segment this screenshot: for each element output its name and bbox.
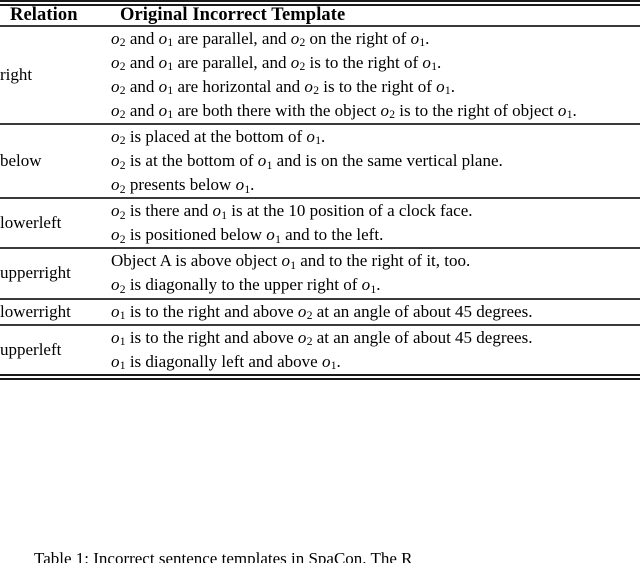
table-row: lowerleft o2 is there and o1 is at the 1… [0, 199, 640, 247]
relation-template-table: Relation Original Incorrect Template rig… [0, 6, 640, 374]
template-list: Object A is above object o1 and to the r… [111, 249, 640, 297]
template-list: o2 is there and o1 is at the 10 position… [111, 199, 640, 247]
table-row: upperright Object A is above object o1 a… [0, 249, 640, 297]
template-line: o2 and o1 are both there with the object… [111, 100, 577, 122]
template-list: o2 is placed at the bottom of o1. o2 is … [111, 125, 640, 197]
relation-label: right [0, 64, 33, 84]
template-line: Object A is above object o1 and to the r… [111, 251, 471, 272]
template-line: o2 is positioned below o1 and to the lef… [111, 225, 384, 246]
relation-label: upperright [0, 263, 71, 283]
template-line: o2 is diagonally to the upper right of o… [111, 275, 381, 296]
template-list: o1 is to the right and above o2 at an an… [111, 300, 640, 324]
table-header-row: Relation Original Incorrect Template [0, 6, 640, 25]
table-bottom-double-rule [0, 373, 640, 380]
template-list: o1 is to the right and above o2 at an an… [111, 326, 640, 374]
template-line: o2 is there and o1 is at the 10 position… [111, 201, 473, 222]
table-row: below o2 is placed at the bottom of o1. … [0, 125, 640, 197]
template-line: o2 presents below o1. [111, 175, 255, 196]
template-list: o2 and o1 are parallel, and o2 on the ri… [111, 27, 640, 123]
column-header-relation: Relation [10, 5, 78, 25]
relation-label: lowerleft [0, 213, 62, 233]
table-row: lowerright o1 is to the right and above … [0, 300, 640, 324]
table-top-double-rule [0, 0, 640, 6]
template-line: o2 and o1 are parallel, and o2 is to the… [111, 52, 442, 74]
template-line: o1 is diagonally left and above o1. [111, 351, 341, 373]
table-row: upperleft o1 is to the right and above o… [0, 326, 640, 374]
template-line: o2 is placed at the bottom of o1. [111, 126, 326, 148]
relation-template-table-wrapper: Relation Original Incorrect Template rig… [0, 0, 640, 380]
table-caption: Table 1: Incorrect sentence templates in… [0, 548, 640, 563]
relation-label: lowerright [0, 301, 71, 321]
caption-text: Incorrect sentence templates in SpaCon. … [93, 549, 413, 563]
relation-label: below [0, 150, 42, 170]
template-line: o2 and o1 are parallel, and o2 on the ri… [111, 28, 430, 50]
column-header-original-incorrect-template: Original Incorrect Template [120, 5, 346, 25]
caption-label: Table 1: [34, 549, 89, 563]
template-line: o1 is to the right and above o2 at an an… [111, 301, 533, 323]
figure-page: Relation Original Incorrect Template rig… [0, 0, 640, 563]
relation-label: upperleft [0, 339, 62, 359]
template-line: o1 is to the right and above o2 at an an… [111, 327, 533, 349]
template-line: o2 and o1 are horizontal and o2 is to th… [111, 76, 455, 98]
table-row: right o2 and o1 are parallel, and o2 on … [0, 27, 640, 123]
template-line: o2 is at the bottom of o1 and is on the … [111, 150, 503, 172]
